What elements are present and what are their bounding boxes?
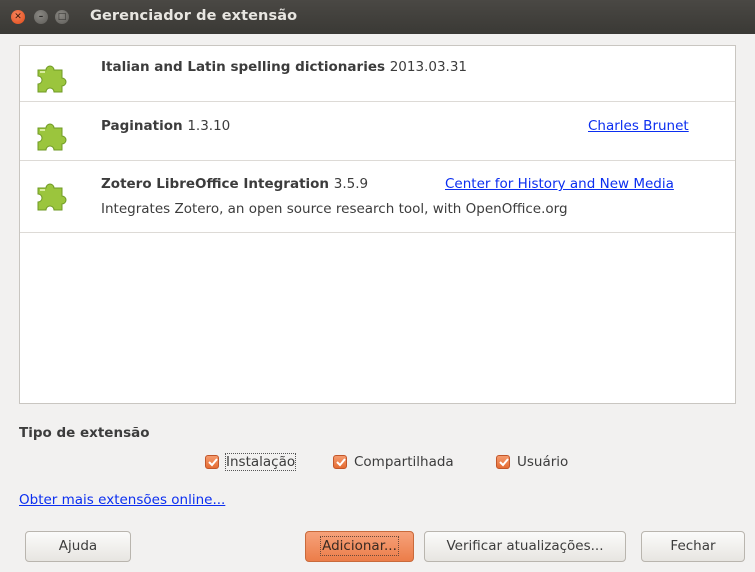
- puzzle-piece-icon: [37, 65, 67, 93]
- extension-row[interactable]: Pagination 1.3.10 Charles Brunet: [20, 102, 735, 161]
- extension-version: 2013.03.31: [389, 59, 468, 75]
- checkbox-checked-icon: [333, 455, 347, 469]
- close-button-label: Fechar: [670, 538, 716, 554]
- minimize-icon: –: [38, 12, 44, 22]
- window-minimize-button[interactable]: –: [34, 10, 48, 24]
- extension-version: 3.5.9: [333, 176, 369, 192]
- close-button[interactable]: Fechar: [641, 531, 745, 562]
- puzzle-piece-icon: [37, 123, 67, 151]
- extension-name: Zotero LibreOffice Integration: [101, 176, 330, 192]
- check-updates-button-label: Verificar atualizações...: [446, 538, 604, 554]
- checkbox-label: Compartilhada: [354, 454, 454, 470]
- publisher-link[interactable]: Center for History and New Media: [445, 176, 674, 192]
- checkbox-installation[interactable]: Instalação: [205, 452, 297, 472]
- checkbox-shared[interactable]: Compartilhada: [333, 452, 454, 472]
- extension-row[interactable]: Zotero LibreOffice Integration 3.5.9 Cen…: [20, 161, 735, 233]
- checkbox-checked-icon: [205, 455, 219, 469]
- extension-title: Italian and Latin spelling dictionaries …: [101, 59, 467, 75]
- extension-row[interactable]: Italian and Latin spelling dictionaries …: [20, 46, 735, 102]
- extension-title: Zotero LibreOffice Integration 3.5.9: [101, 176, 368, 192]
- extension-manager-window: ✕ – □ Gerenciador de extensão Italian an…: [0, 0, 755, 572]
- maximize-icon: □: [57, 12, 67, 22]
- help-button-label: Ajuda: [58, 538, 98, 554]
- checkbox-label: Usuário: [517, 454, 569, 470]
- add-button-label: Adicionar...: [320, 536, 399, 556]
- window-maximize-button[interactable]: □: [55, 10, 69, 24]
- checkbox-user[interactable]: Usuário: [496, 452, 568, 472]
- extension-version: 1.3.10: [187, 118, 231, 134]
- close-icon: ✕: [14, 12, 22, 22]
- window-close-button[interactable]: ✕: [11, 10, 25, 24]
- extension-name: Pagination: [101, 118, 183, 134]
- extension-list[interactable]: Italian and Latin spelling dictionaries …: [19, 45, 736, 404]
- publisher-link[interactable]: Charles Brunet: [588, 118, 689, 134]
- extension-description: Integrates Zotero, an open source resear…: [101, 201, 568, 217]
- get-more-extensions-link[interactable]: Obter mais extensões online...: [19, 492, 225, 508]
- checkbox-checked-icon: [496, 455, 510, 469]
- extension-title: Pagination 1.3.10: [101, 118, 230, 134]
- checkbox-label: Instalação: [224, 453, 297, 471]
- check-updates-button[interactable]: Verificar atualizações...: [424, 531, 626, 562]
- window-title: Gerenciador de extensão: [90, 8, 298, 24]
- help-button[interactable]: Ajuda: [25, 531, 131, 562]
- add-button[interactable]: Adicionar...: [305, 531, 414, 562]
- extension-name: Italian and Latin spelling dictionaries: [101, 59, 386, 75]
- title-bar[interactable]: ✕ – □ Gerenciador de extensão: [0, 0, 755, 34]
- puzzle-piece-icon: [37, 183, 67, 211]
- extension-type-label: Tipo de extensão: [19, 425, 150, 441]
